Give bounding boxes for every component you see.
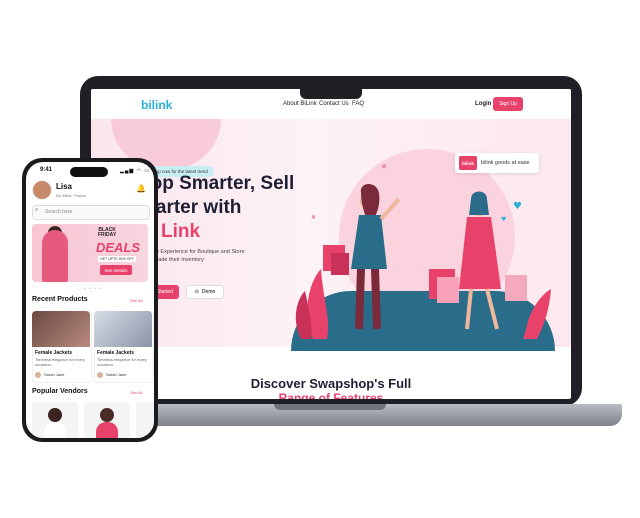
vendor-card[interactable] [84,402,130,438]
seller-avatar [97,372,103,378]
nav-link-contact[interactable]: Contact Us [319,101,349,107]
popular-vendors-title: Popular Vendors [32,388,88,395]
banner-offer: GET UPTO 50% OFF [98,256,136,262]
svg-text:♥: ♥ [513,201,522,212]
bell-icon[interactable]: 🔔 [136,184,146,193]
laptop-base-groove [274,404,386,410]
vendor-body [44,422,66,438]
svg-text:✕: ✕ [311,214,316,221]
vendor-card[interactable] [32,402,78,438]
product-image [32,311,90,347]
status-icons: ▂▄▆ ◠ ▭ [120,168,151,174]
search-placeholder: Search here [45,209,73,215]
user-name: Lisa [56,182,73,191]
demo-label: Demo [201,289,216,295]
login-link[interactable]: Login [475,101,491,107]
search-icon: ⌕ [35,207,39,213]
product-image [94,311,152,347]
play-icon: ⊙ [194,289,199,295]
see-all-products-link[interactable]: See All [130,298,142,303]
product-desc: Timeless elegance for every occasion. [97,357,147,367]
recent-products-title: Recent Products [32,296,88,303]
banner-model [42,230,68,282]
nav-link-about[interactable]: About BiLink [283,101,317,107]
banner-deals: DEALS [96,240,141,255]
user-location: No West, Florida [56,193,86,198]
phone-screen: 9:41 ▂▄▆ ◠ ▭ Lisa No West, Florida 🔔 ⌕ S… [26,162,154,438]
banner-line2: FRIDAY [98,232,117,238]
features-heading: Discover Swapshop's Full [250,376,412,391]
hero-headline-line1: hop Smarter, Sell [139,173,295,194]
product-seller: Sarah Jane [106,372,127,377]
svg-text:✕: ✕ [381,163,387,171]
product-seller: Sarah Jane [44,372,65,377]
signup-button[interactable]: Sign Up [493,97,523,111]
vendor-card[interactable] [136,402,154,438]
product-desc: Timeless elegance for every occasion. [35,357,85,367]
laptop-camera-notch [300,89,362,99]
carousel-dots[interactable]: • • • • [84,286,102,292]
product-title: Female Jackets [35,350,72,356]
hero-headline-brand: Link [161,221,201,242]
seller-avatar [35,372,41,378]
features-subheading: Range of Features [278,391,384,399]
banner-black-friday: BLACK FRIDAY [98,228,116,238]
demo-button[interactable]: ⊙ Demo [186,285,224,299]
phone-dynamic-island [70,167,108,177]
hero-section: shop now for the latest trend hop Smarte… [91,119,571,351]
vendor-photo [48,408,62,422]
status-time: 9:41 [40,167,53,173]
see-details-button[interactable]: See Details [100,265,132,275]
see-all-vendors-link[interactable]: See All [130,390,142,395]
svg-text:♥: ♥ [501,216,506,223]
site-logo[interactable]: bilink [141,98,172,112]
vendor-photo [100,408,114,422]
product-title: Female Jackets [97,350,134,356]
nav-link-faq[interactable]: FAQ [352,101,364,107]
shopping-women-illustration: ♥ ♥ ✕ ✕ [295,163,551,339]
vendor-body [96,422,118,438]
laptop-screen: bilink About BiLink Contact Us FAQ Login… [91,89,571,399]
user-avatar[interactable] [32,180,52,200]
hero-subtext-line1: Online Experience for Boutique and Store [143,249,245,255]
